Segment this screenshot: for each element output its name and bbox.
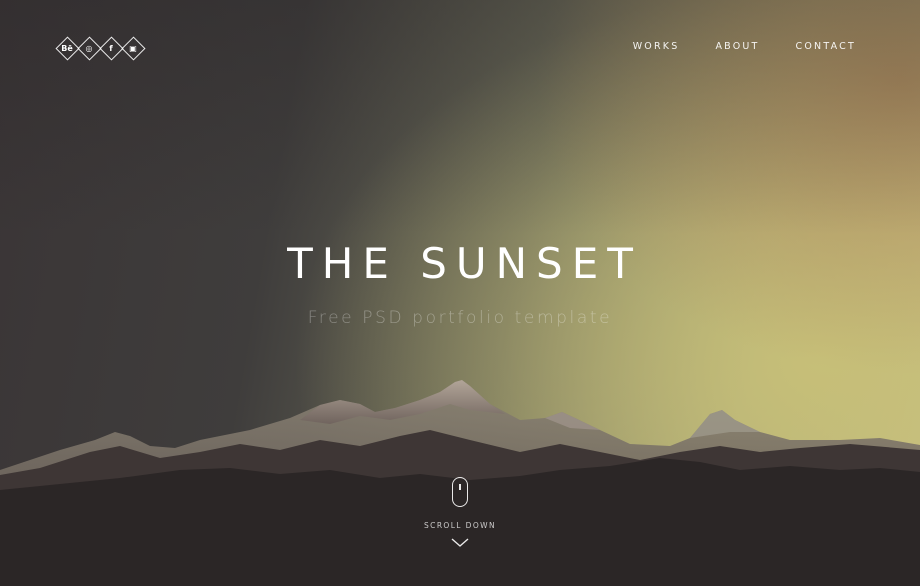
scroll-down-label: SCROLL DOWN: [424, 521, 496, 530]
dribbble-glyph: ◎: [85, 43, 93, 53]
hero-title: THE SUNSET: [287, 239, 642, 288]
nav-contact[interactable]: CONTACT: [796, 41, 856, 52]
behance-icon[interactable]: Bē: [55, 36, 80, 61]
facebook-icon[interactable]: f: [99, 36, 124, 61]
instagram-icon[interactable]: ▣: [121, 36, 146, 61]
nav-about[interactable]: ABOUT: [715, 41, 759, 52]
hero-subtitle: Free PSD portfolio template: [307, 308, 613, 328]
scroll-down-button[interactable]: SCROLL DOWN: [410, 477, 510, 548]
hero-section: Bē ◎ f ▣ WORKS ABOUT CONTACT THE SUNSET …: [0, 0, 920, 586]
nav-works[interactable]: WORKS: [633, 41, 680, 52]
chevron-down-icon: [451, 538, 469, 547]
behance-glyph: Bē: [61, 43, 73, 53]
instagram-glyph: ▣: [129, 43, 137, 53]
dribbble-icon[interactable]: ◎: [77, 36, 102, 61]
mouse-icon: [452, 477, 468, 507]
facebook-glyph: f: [109, 43, 113, 53]
main-nav: WORKS ABOUT CONTACT: [597, 41, 856, 52]
social-links: Bē ◎ f ▣: [55, 36, 146, 61]
